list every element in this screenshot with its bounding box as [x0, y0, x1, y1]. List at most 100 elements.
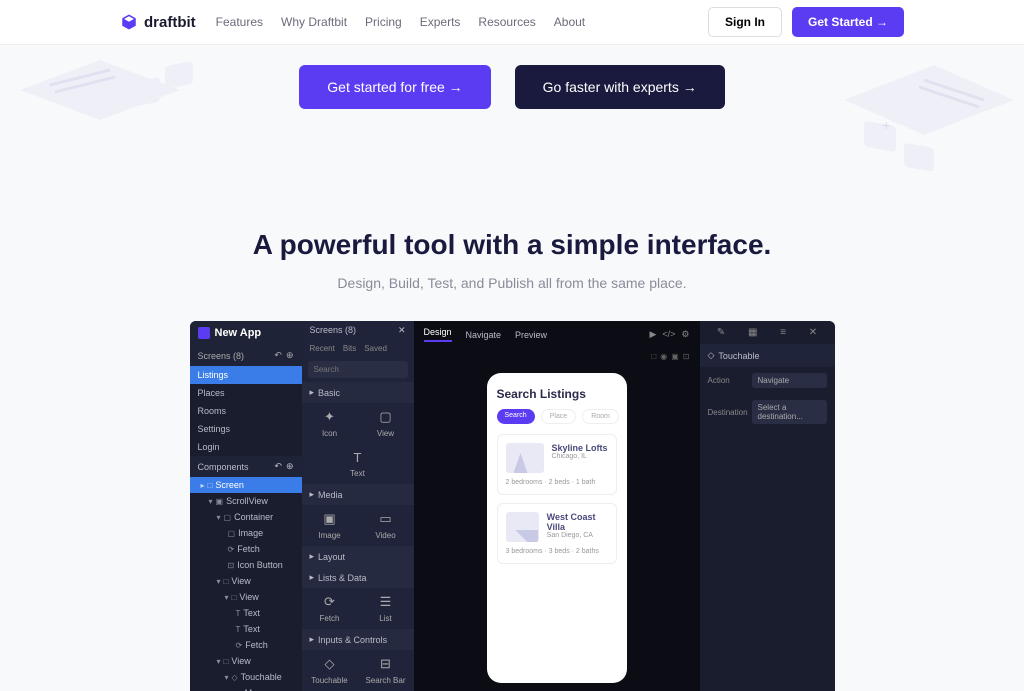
palette-section-header[interactable]: ▸Lists & Data: [302, 567, 414, 588]
signin-button[interactable]: Sign In: [708, 7, 782, 37]
tree-item[interactable]: ▾□View: [190, 653, 302, 669]
device-icon[interactable]: ◉: [660, 352, 667, 361]
screen-item[interactable]: Listings: [190, 366, 302, 384]
section-title: A powerful tool with a simple interface.…: [0, 229, 1024, 291]
palette-item[interactable]: TText: [302, 450, 414, 478]
nav-resources[interactable]: Resources: [478, 15, 535, 29]
add-screen-icon[interactable]: ⊕: [286, 350, 294, 361]
screens-panel: New App Screens (8) ↶⊕ ListingsPlacesRoo…: [190, 321, 302, 691]
card-meta: 2 bedrooms · 2 beds · 1 bath: [506, 479, 608, 486]
tree-item[interactable]: ▸□Screen: [190, 477, 302, 493]
canvas-devices: □ ◉ ▣ ⊡: [414, 348, 700, 365]
code-icon[interactable]: </>: [662, 329, 675, 340]
palette-item[interactable]: ⊟Search Bar: [358, 656, 414, 685]
palette-item[interactable]: ✦Icon: [302, 409, 358, 438]
palette-search[interactable]: Search: [308, 361, 408, 378]
app-name: New App: [215, 327, 262, 339]
tab-preview[interactable]: Preview: [515, 330, 547, 340]
logo-text: draftbit: [144, 14, 196, 31]
prop-action-value[interactable]: Navigate: [752, 373, 827, 388]
phone-title: Search Listings: [497, 387, 617, 401]
props-toolbar: ✎ ▦ ≡ ✕: [700, 321, 835, 344]
nav-links: Features Why Draftbit Pricing Experts Re…: [216, 15, 585, 29]
palette-section-header[interactable]: ▸Inputs & Controls: [302, 629, 414, 650]
palette-section-header[interactable]: ▸Layout: [302, 546, 414, 567]
app-header: New App: [190, 321, 302, 345]
play-icon[interactable]: ▶: [649, 329, 656, 340]
tree-item[interactable]: TText: [190, 605, 302, 621]
undo-icon[interactable]: ↶: [274, 461, 282, 472]
cta-get-started[interactable]: Get started for free →: [299, 65, 490, 109]
palette-section-header[interactable]: ▸Media: [302, 484, 414, 505]
tree-item[interactable]: ▾▢Container: [190, 509, 302, 525]
tab-bits[interactable]: Bits: [343, 344, 356, 353]
tab-design[interactable]: Design: [424, 327, 452, 342]
add-component-icon[interactable]: ⊕: [286, 461, 294, 472]
tab-navigate[interactable]: Navigate: [466, 330, 502, 340]
nav-why[interactable]: Why Draftbit: [281, 15, 347, 29]
props-title: ◇ Touchable: [700, 344, 835, 367]
canvas-toolbar: ▶ </> ⚙: [649, 329, 689, 340]
nav-features[interactable]: Features: [216, 15, 263, 29]
logo[interactable]: draftbit: [120, 13, 196, 31]
tree-item[interactable]: ▢Image: [190, 525, 302, 541]
listing-card[interactable]: Skyline Lofts Chicago, IL 2 bedrooms · 2…: [497, 434, 617, 495]
screen-item[interactable]: Login: [190, 438, 302, 456]
getstarted-button[interactable]: Get Started →: [792, 7, 904, 37]
gear-icon[interactable]: ⚙: [681, 329, 689, 340]
tab-saved[interactable]: Saved: [364, 344, 387, 353]
touchable-icon: ◇: [708, 350, 715, 361]
section-subtitle: Design, Build, Test, and Publish all fro…: [0, 275, 1024, 291]
card-location: Chicago, IL: [552, 453, 608, 460]
pill-place[interactable]: Place: [541, 409, 577, 424]
palette-item[interactable]: ☰List: [358, 594, 414, 623]
palette-item[interactable]: ◇Touchable: [302, 656, 358, 685]
device-icon[interactable]: ▣: [671, 352, 679, 361]
palette-item[interactable]: ▭Video: [358, 511, 414, 540]
tree-item[interactable]: ⟳Fetch: [190, 541, 302, 557]
cta-experts[interactable]: Go faster with experts →: [515, 65, 725, 109]
properties-panel: ✎ ▦ ≡ ✕ ◇ Touchable Action Navigate Destina…: [700, 321, 835, 691]
palette-section-header[interactable]: ▸Basic: [302, 382, 414, 403]
tree-item[interactable]: ▾□View: [190, 589, 302, 605]
tree-item[interactable]: ⊡Icon Button: [190, 557, 302, 573]
device-icon[interactable]: □: [651, 352, 656, 361]
nav-experts[interactable]: Experts: [420, 15, 461, 29]
nav-pricing[interactable]: Pricing: [365, 15, 402, 29]
screen-item[interactable]: Rooms: [190, 402, 302, 420]
listing-card[interactable]: West Coast Villa San Diego, CA 3 bedroom…: [497, 503, 617, 564]
pill-room[interactable]: Room: [582, 409, 619, 424]
db-icon[interactable]: ≡: [780, 327, 786, 338]
wand-icon[interactable]: ✎: [717, 327, 725, 338]
pill-search[interactable]: Search: [497, 409, 535, 424]
tree-item[interactable]: ▾▣ScrollView: [190, 493, 302, 509]
thumbnail: [506, 512, 539, 542]
prop-destination: Destination Select a destination...: [700, 394, 835, 430]
palette-header: Screens (8)✕: [302, 321, 414, 340]
layout-icon[interactable]: ▦: [748, 327, 757, 338]
palette-item[interactable]: ⟳Fetch: [302, 594, 358, 623]
prop-action: Action Navigate: [700, 367, 835, 394]
palette-item[interactable]: ▣Image: [302, 511, 358, 540]
undo-icon[interactable]: ↶: [274, 350, 282, 361]
palette-item[interactable]: ▢View: [358, 409, 414, 438]
tree-item[interactable]: ▾□View: [190, 573, 302, 589]
nav-about[interactable]: About: [554, 15, 585, 29]
close-icon[interactable]: ✕: [398, 325, 406, 336]
tools-icon[interactable]: ✕: [809, 327, 817, 338]
components-header: Components ↶⊕: [190, 456, 302, 477]
screen-item[interactable]: Places: [190, 384, 302, 402]
tree-item[interactable]: ⟳Fetch: [190, 637, 302, 653]
app-icon: [198, 327, 210, 339]
card-title: West Coast Villa: [547, 512, 608, 532]
filter-pills: Search Place Room: [497, 409, 617, 424]
editor-preview: New App Screens (8) ↶⊕ ListingsPlacesRoo…: [190, 321, 835, 691]
tree-item[interactable]: ▾◇Touchable: [190, 669, 302, 685]
device-icon[interactable]: ⊡: [683, 352, 690, 361]
tree-item[interactable]: TText: [190, 621, 302, 637]
tab-recent[interactable]: Recent: [310, 344, 335, 353]
logo-icon: [120, 13, 138, 31]
prop-destination-value[interactable]: Select a destination...: [752, 400, 827, 424]
screen-item[interactable]: Settings: [190, 420, 302, 438]
tree-item[interactable]: ◈Map: [190, 685, 302, 691]
